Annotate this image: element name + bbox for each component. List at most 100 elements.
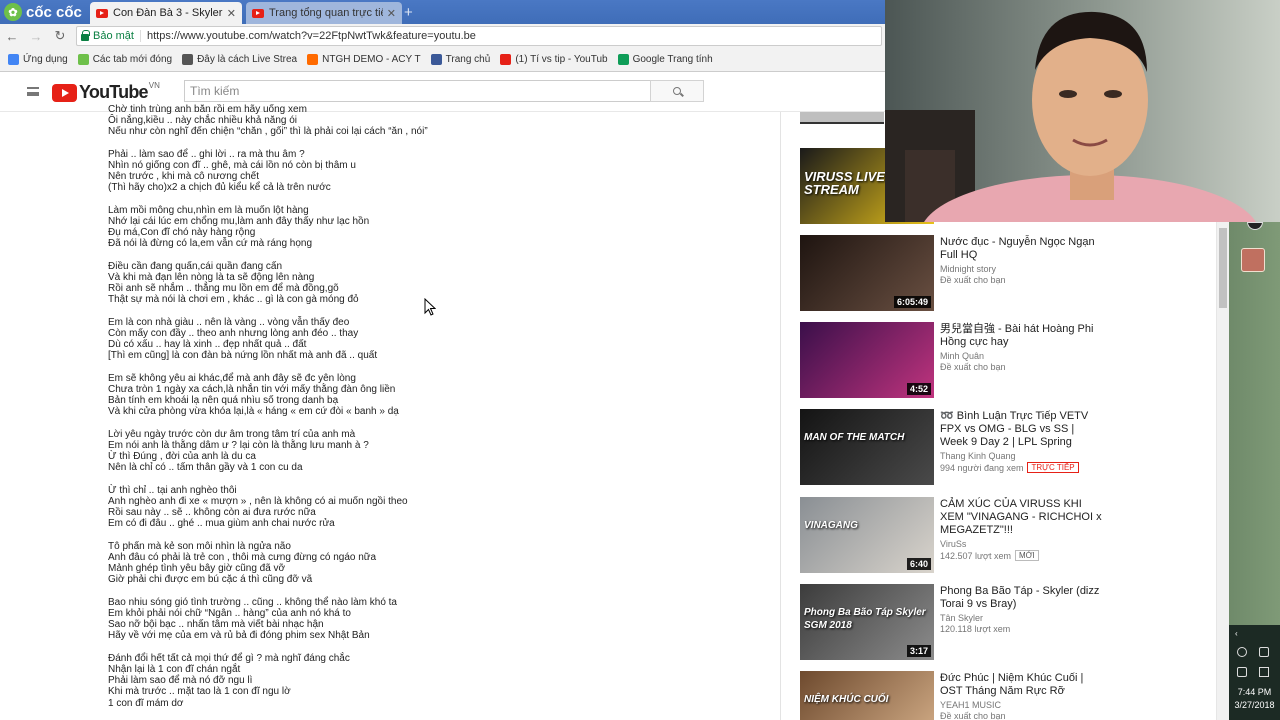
- cloud-icon[interactable]: [1237, 647, 1247, 657]
- address-bar[interactable]: Bảo mật https://www.youtube.com/watch?v=…: [76, 26, 882, 46]
- lyric-line: Em sẽ không yêu ai khác,để mà anh đây sẽ…: [108, 372, 356, 384]
- bookmark-item[interactable]: Trang chủ: [430, 54, 490, 65]
- video-thumbnail[interactable]: 4:52: [800, 322, 934, 398]
- thumbnail-caption: Phong Ba Bão Táp Skyler SGM 2018: [804, 607, 926, 631]
- lyric-line: Mảnh ghép tình yêu bây giờ cũng đã vỡ: [108, 563, 286, 575]
- lyric-line: Em có đi đâu .. ghé .. mua giùm anh chai…: [108, 518, 335, 530]
- channel-name[interactable]: Midnight story: [940, 264, 1102, 274]
- related-video-item[interactable]: NIỆM KHÚC CUỐI Đức Phúc | Niệm Khúc Cuối …: [800, 671, 1120, 720]
- clock-time[interactable]: 7:44 PM: [1229, 687, 1280, 697]
- volume-icon[interactable]: [1259, 667, 1269, 677]
- lyric-line: Thật sự mà nói là chơi em , khác .. gì l…: [108, 294, 359, 306]
- video-title[interactable]: ➿ Bình Luận Trực Tiếp VETV FPX vs OMG - …: [940, 410, 1102, 449]
- youtube-favicon-icon: [252, 8, 264, 18]
- lyric-line: Dù có xấu .. hay là xinh .. đẹp nhất quả…: [108, 339, 307, 351]
- related-video-item[interactable]: VINAGANG 6:40 CẢM XÚC CỦA VIRUSS KHI XEM "…: [800, 497, 1120, 573]
- related-video-item[interactable]: 4:52 男兒當自強 - Bài hát Hoàng Phi Hồng cực h…: [800, 322, 1120, 398]
- browser-tab-strip: ✿ cốc cốc Con Đàn Bà 3 - Skyler - Yo ✕ T…: [0, 0, 885, 24]
- video-thumbnail[interactable]: MAN OF THE MATCH: [800, 409, 934, 485]
- lyric-line: Khi mà trước .. mặt tao là 1 con đĩ ngu …: [108, 686, 291, 698]
- lyric-line: Làm mồi mông chu,nhìn em là muốn lột hàn…: [108, 204, 309, 216]
- page-scrollbar[interactable]: [1216, 222, 1229, 720]
- lyric-line: (Thì hãy cho)x2 a chịch đủ kiểu kể cả là…: [108, 182, 331, 194]
- video-title[interactable]: CẢM XÚC CỦA VIRUSS KHI XEM "VINAGANG - R…: [940, 498, 1102, 537]
- video-thumbnail[interactable]: Phong Ba Bão Táp Skyler SGM 2018 3:17: [800, 584, 934, 660]
- tab-close-icon[interactable]: ✕: [387, 7, 396, 20]
- bookmark-item[interactable]: Google Trang tính: [617, 54, 713, 65]
- secure-label: Bảo mật: [93, 30, 134, 42]
- bookmark-label: Ứng dụng: [23, 54, 68, 65]
- bookmark-item[interactable]: Ứng dụng: [8, 54, 68, 65]
- bookmark-item[interactable]: (1) Tí vs tip - YouTub: [500, 54, 608, 65]
- lyric-line: Em nói anh là thằng dâm ư ? lại còn là t…: [108, 440, 369, 451]
- stanza-gap: [108, 418, 768, 429]
- bookmark-item[interactable]: Đây là cách Live Strea: [182, 54, 297, 65]
- lyric-line: Nên trước , khi mà cô nương chết: [108, 171, 260, 183]
- youtube-play-icon: [52, 83, 77, 102]
- video-stats-text: 994 người đang xem: [940, 462, 1024, 473]
- windows-taskbar: ‹ 7:44 PM 3/27/2018: [1229, 222, 1280, 720]
- video-title[interactable]: Phong Ba Bão Táp - Skyler (dizz Torai 9 …: [940, 585, 1102, 611]
- lyric-line: Chờ tinh trùng anh bắn rồi em hãy uống x…: [108, 104, 307, 115]
- bookmark-label: NTGH DEMO - ACY T: [322, 54, 421, 65]
- chevron-up-icon[interactable]: ‹: [1235, 629, 1238, 638]
- app-icon[interactable]: [1247, 222, 1263, 230]
- video-thumbnail[interactable]: NIỆM KHÚC CUỐI: [800, 671, 934, 720]
- stanza-gap: [108, 586, 768, 597]
- channel-name[interactable]: Tân Skyler: [940, 613, 1102, 623]
- tab-live-dashboard[interactable]: Trang tổng quan trực tiếp ✕: [246, 2, 402, 24]
- lyric-line: Và khi cửa phòng vừa khóa lại,là « háng …: [108, 406, 399, 418]
- youtube-logo[interactable]: YouTube VN: [52, 81, 160, 103]
- video-title[interactable]: Nước đục - Nguyễn Ngọc Ngạn Full HQ: [940, 236, 1102, 262]
- bookmark-label: Đây là cách Live Strea: [197, 54, 298, 65]
- new-tab-button[interactable]: +: [404, 4, 413, 21]
- search-button[interactable]: [650, 80, 704, 102]
- video-stats: 994 người đang xem TRỰC TIẾP: [940, 462, 1102, 473]
- channel-name[interactable]: ViruSs: [940, 539, 1102, 549]
- menu-icon[interactable]: [27, 87, 39, 96]
- reload-icon[interactable]: ↻: [48, 28, 72, 44]
- tab-title: Trang tổng quan trực tiếp: [269, 7, 383, 19]
- lyric-line: Đụ má,Con đĩ chó này hàng rộng: [108, 227, 256, 239]
- clock-date[interactable]: 3/27/2018: [1229, 700, 1280, 710]
- video-thumbnail[interactable]: 6:05:49: [800, 235, 934, 311]
- bookmark-icon: [500, 54, 512, 65]
- stanza-gap: [108, 642, 768, 653]
- partial-thumbnail[interactable]: [800, 112, 884, 124]
- related-video-item[interactable]: Phong Ba Bão Táp Skyler SGM 2018 3:17 Phon…: [800, 584, 1120, 660]
- tab-youtube-video[interactable]: Con Đàn Bà 3 - Skyler - Yo ✕: [90, 2, 242, 24]
- video-stats-text: 142.507 lượt xem: [940, 550, 1011, 561]
- channel-name[interactable]: Thang Kinh Quang: [940, 451, 1102, 461]
- battery-icon[interactable]: [1259, 647, 1269, 657]
- lyric-line: 1 con đĩ mám dơ: [108, 697, 184, 709]
- lock-icon: [81, 29, 90, 41]
- bookmark-item[interactable]: Các tab mới đóng: [77, 54, 172, 65]
- lyric-line: Chưa tròn 1 ngày xa cách,là nhắn tin với…: [108, 384, 396, 395]
- tab-close-icon[interactable]: ✕: [227, 7, 236, 20]
- related-video-item[interactable]: 6:05:49 Nước đục - Nguyễn Ngọc Ngạn Full …: [800, 235, 1120, 311]
- lyric-line: Bao nhiu sóng gió tình trường .. cũng ..…: [108, 596, 397, 608]
- video-title[interactable]: Đức Phúc | Niệm Khúc Cuối | OST Tháng Nă…: [940, 672, 1102, 698]
- scrollbar-thumb[interactable]: [1219, 228, 1227, 308]
- url-text[interactable]: https://www.youtube.com/watch?v=22FtpNwt…: [147, 30, 476, 42]
- security-indicator[interactable]: Bảo mật: [81, 29, 141, 42]
- browser-brand[interactable]: ✿ cốc cốc: [0, 0, 88, 24]
- video-thumbnail[interactable]: VINAGANG 6:40: [800, 497, 934, 573]
- bookmark-icon: [182, 54, 194, 65]
- forward-arrow-icon[interactable]: →: [24, 29, 48, 44]
- network-icon[interactable]: [1237, 667, 1247, 677]
- lyric-line: Anh nghèo anh đi xe « mượn » , nên là kh…: [108, 496, 408, 507]
- video-stats-text: Đề xuất cho bạn: [940, 275, 1006, 285]
- video-stats: 120.118 lượt xem: [940, 624, 1102, 634]
- avatar-app-icon[interactable]: [1241, 248, 1265, 272]
- back-arrow-icon[interactable]: ←: [0, 29, 24, 44]
- search-input[interactable]: Tìm kiếm: [184, 80, 651, 102]
- video-title[interactable]: 男兒當自強 - Bài hát Hoàng Phi Hồng cực hay: [940, 323, 1102, 349]
- related-video-item[interactable]: MAN OF THE MATCH ➿ Bình Luận Trực Tiếp VE…: [800, 409, 1120, 485]
- bookmark-item[interactable]: NTGH DEMO - ACY T: [307, 54, 421, 65]
- lyric-line: Em là con nhà giàu .. nên là vàng .. vòn…: [108, 316, 350, 328]
- video-meta: 男兒當自強 - Bài hát Hoàng Phi Hồng cực hay Mi…: [940, 323, 1102, 372]
- stanza-gap: [108, 362, 768, 373]
- channel-name[interactable]: Minh Quân: [940, 351, 1102, 361]
- channel-name[interactable]: YEAH1 MUSIC: [940, 700, 1102, 710]
